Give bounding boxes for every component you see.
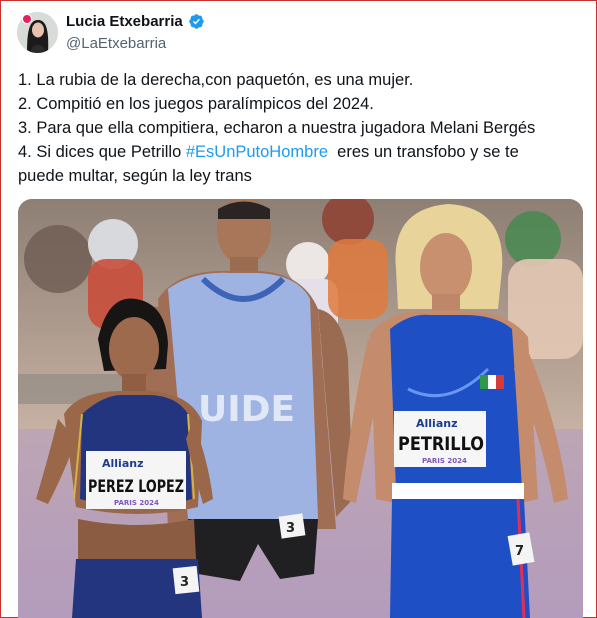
tweet-line-4-end: eres un transfobo y se te bbox=[328, 143, 519, 161]
left-hip-number: 3 bbox=[180, 575, 189, 590]
notification-dot-icon bbox=[22, 14, 32, 24]
right-hip-number: 7 bbox=[515, 544, 524, 559]
tweet-line-1: 1. La rubia de la derecha,con paquetón, … bbox=[18, 71, 414, 89]
tweet-line-4: 4. Si dices que Petrillo #EsUnPutoHombre… bbox=[18, 140, 583, 164]
hashtag-link[interactable]: #EsUnPutoHombre bbox=[186, 143, 328, 161]
tweet-photo[interactable]: UIDE 3 Allianz PEREZ LOPEZ PARIS 2024 3 bbox=[18, 199, 583, 618]
author-display-name[interactable]: Lucia Etxebarria bbox=[66, 13, 183, 30]
author-handle[interactable]: @LaEtxebarria bbox=[66, 35, 166, 52]
tweet-line-5: puede multar, según la ley trans bbox=[18, 167, 252, 185]
tweet-line-3: 3. Para que ella compitiera, echaron a n… bbox=[18, 119, 536, 137]
athletes-photo: UIDE 3 Allianz PEREZ LOPEZ PARIS 2024 3 bbox=[18, 199, 583, 618]
left-bib-sponsor: Allianz bbox=[102, 457, 143, 470]
verified-badge-icon bbox=[188, 14, 204, 29]
left-bib-name: PEREZ LOPEZ bbox=[88, 477, 184, 497]
right-bib-name: PETRILLO bbox=[398, 433, 484, 455]
guide-hip-number: 3 bbox=[286, 521, 295, 536]
left-bib-event: PARIS 2024 bbox=[114, 499, 159, 507]
right-bib-event: PARIS 2024 bbox=[422, 457, 467, 465]
tweet-line-4-start: 4. Si dices que Petrillo bbox=[18, 143, 186, 161]
right-bib-sponsor: Allianz bbox=[416, 417, 457, 430]
guide-vest-text: UIDE bbox=[198, 389, 295, 430]
tweet-text: 1. La rubia de la derecha,con paquetón, … bbox=[18, 68, 583, 188]
tweet-line-2: 2. Compitió en los juegos paralímpicos d… bbox=[18, 95, 374, 113]
